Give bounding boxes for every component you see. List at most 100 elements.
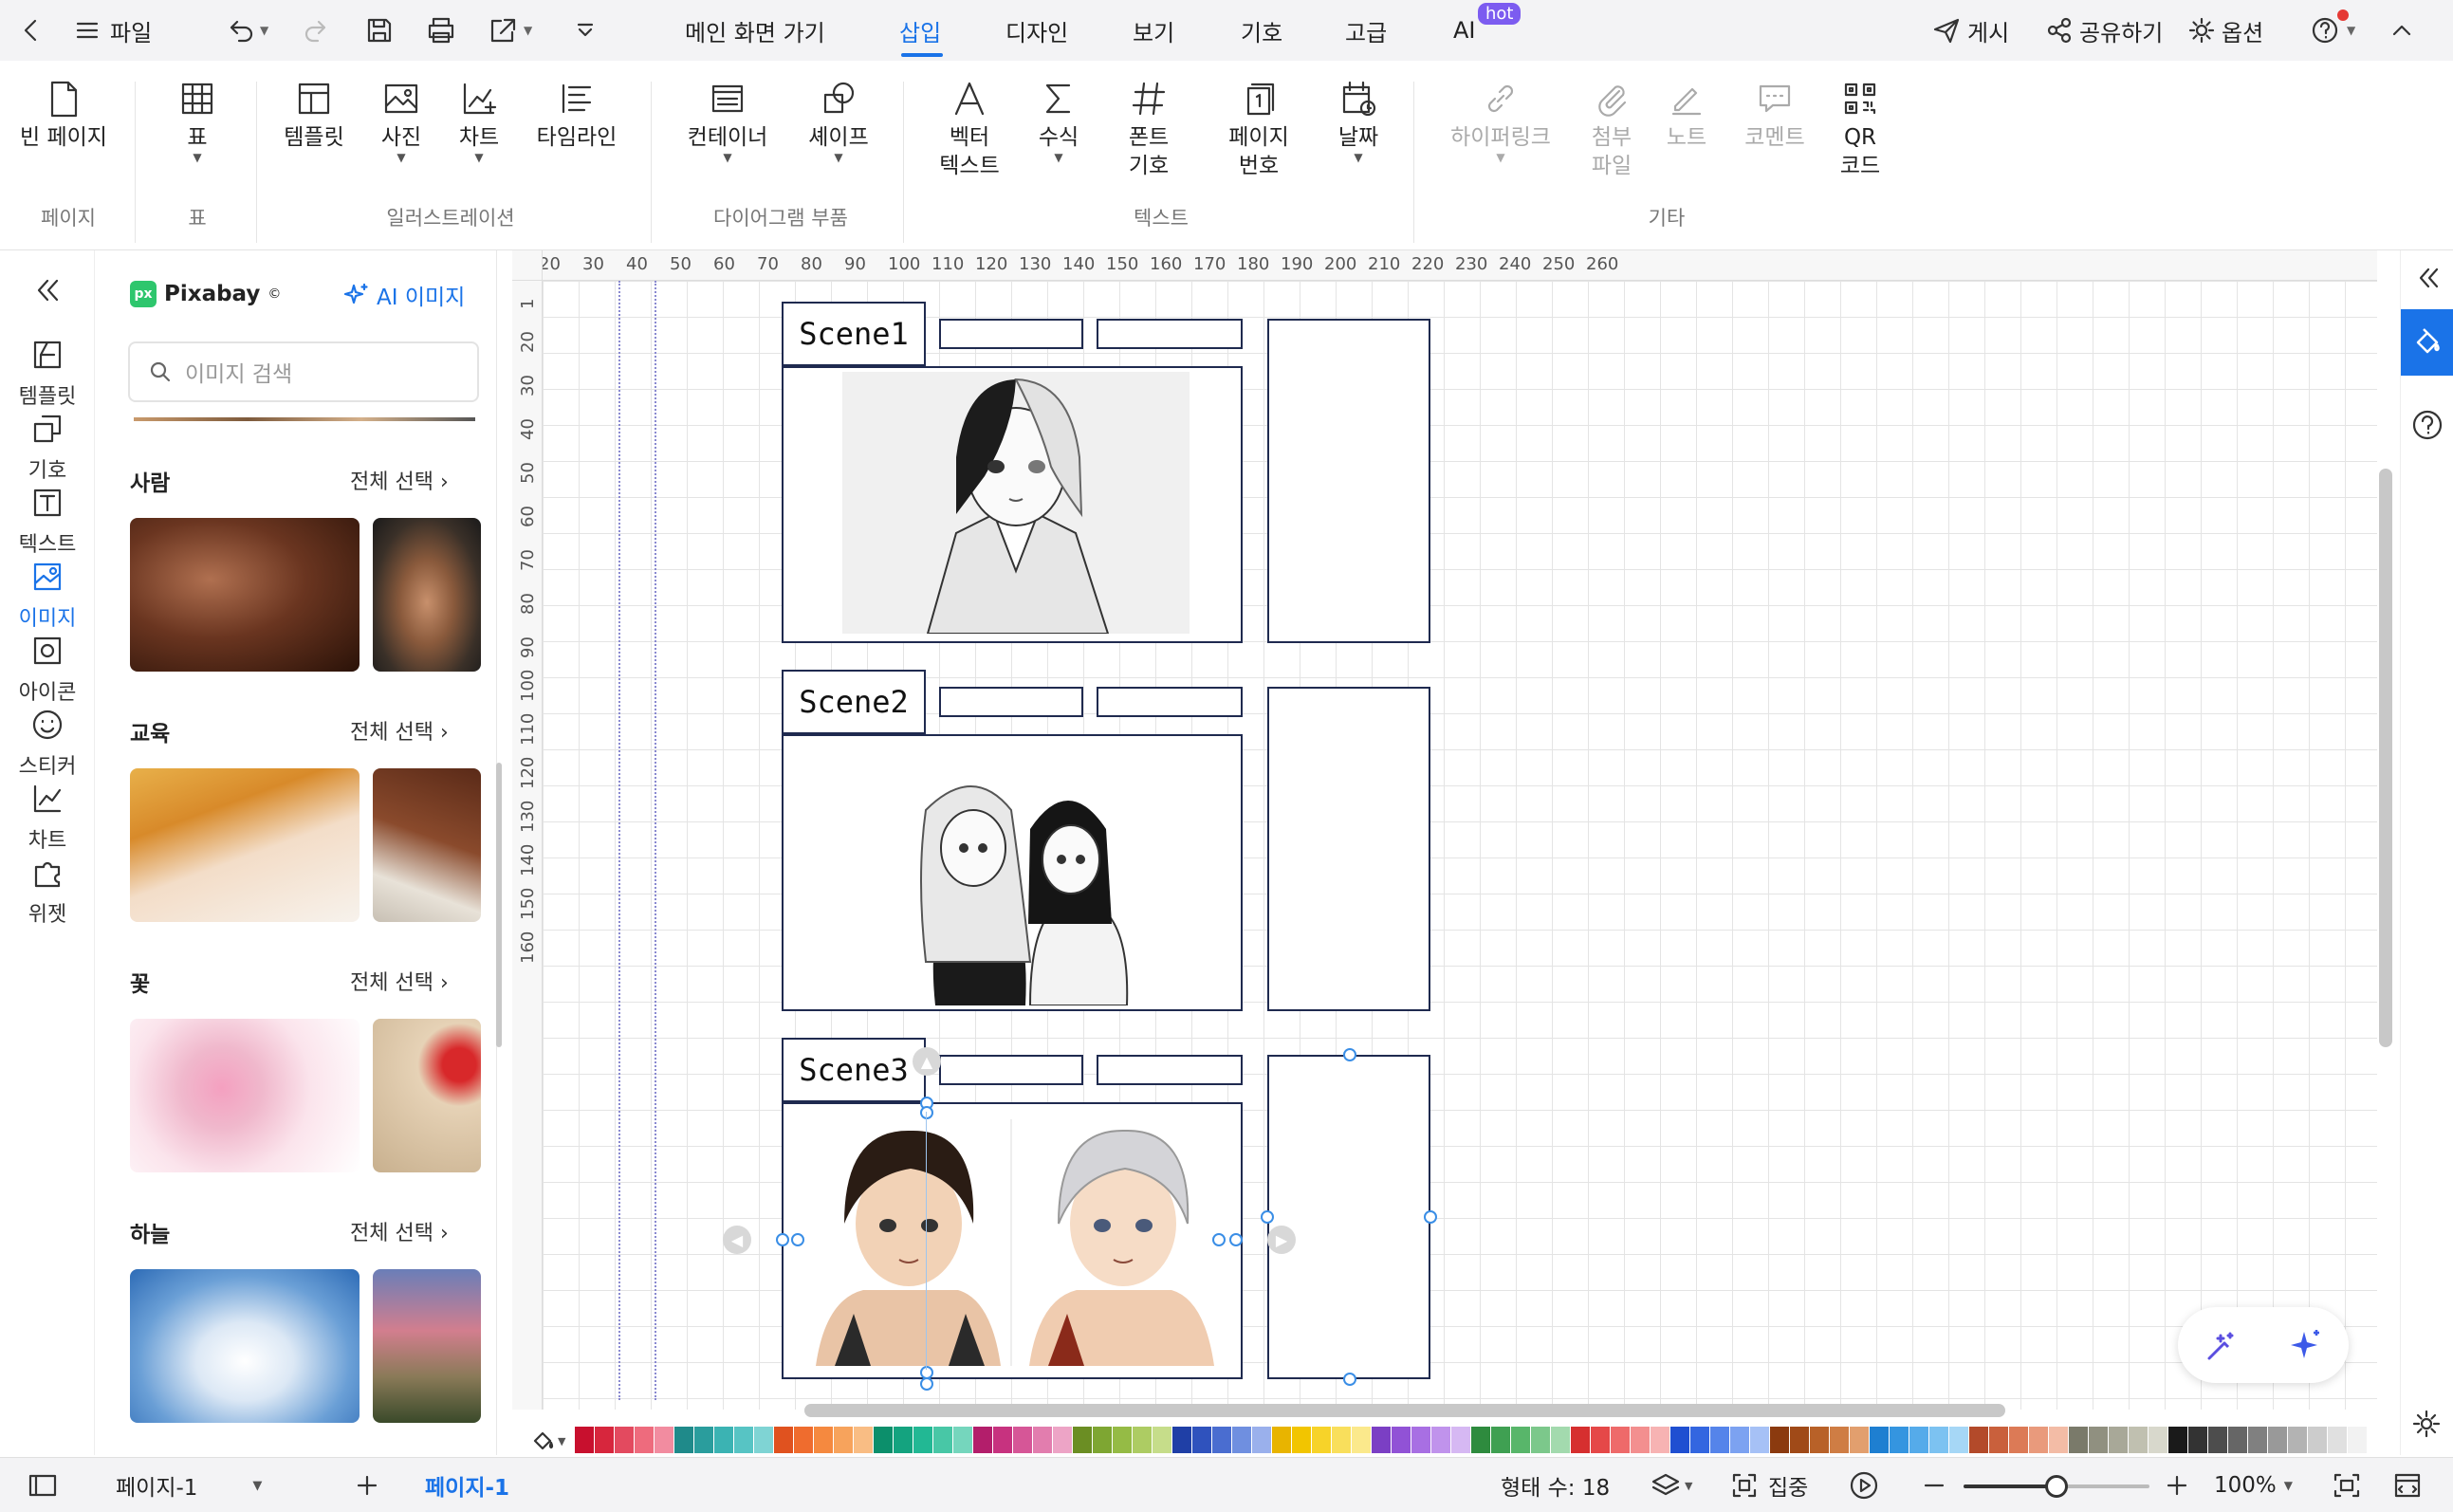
color-swatch[interactable] bbox=[1252, 1427, 1271, 1453]
image-thumb-flower-1[interactable] bbox=[130, 1019, 360, 1172]
scene1-field-1[interactable] bbox=[939, 319, 1083, 349]
color-swatch[interactable] bbox=[1312, 1427, 1331, 1453]
color-swatch[interactable] bbox=[1192, 1427, 1211, 1453]
color-swatch[interactable] bbox=[2268, 1427, 2287, 1453]
scene1-label[interactable]: Scene1 bbox=[782, 302, 926, 366]
color-swatch[interactable] bbox=[2009, 1427, 2028, 1453]
color-swatch[interactable] bbox=[1611, 1427, 1630, 1453]
tab-view[interactable]: 보기 bbox=[1133, 0, 1174, 61]
color-swatch[interactable] bbox=[1631, 1427, 1650, 1453]
color-swatch[interactable] bbox=[1830, 1427, 1849, 1453]
tab-symbols[interactable]: 기호 bbox=[1241, 0, 1282, 61]
back-icon[interactable] bbox=[17, 0, 46, 61]
date-button[interactable]: 날짜 ▼ bbox=[1320, 78, 1396, 163]
magic-wand-icon[interactable] bbox=[2202, 1326, 2240, 1364]
color-swatch[interactable] bbox=[1969, 1427, 1988, 1453]
selection-handle[interactable] bbox=[1343, 1048, 1356, 1061]
color-swatch[interactable] bbox=[1411, 1427, 1430, 1453]
image-thumb-education-2[interactable] bbox=[373, 768, 481, 922]
ai-sparkle-icon[interactable] bbox=[2287, 1326, 2325, 1364]
font-symbol-button[interactable]: 폰트 기호 bbox=[1108, 78, 1190, 180]
qr-code-button[interactable]: QR 코드 bbox=[1825, 78, 1895, 180]
scene1-field-2[interactable] bbox=[1097, 319, 1243, 349]
color-swatch[interactable] bbox=[1352, 1427, 1371, 1453]
scene2-panel[interactable] bbox=[782, 734, 1243, 1011]
color-swatch[interactable] bbox=[1292, 1427, 1311, 1453]
color-swatch[interactable] bbox=[2168, 1427, 2187, 1453]
color-swatch[interactable] bbox=[2149, 1427, 2167, 1453]
arrow-left-icon[interactable]: ◀ bbox=[723, 1226, 751, 1254]
page-tab-active[interactable]: 페이지-1 bbox=[425, 1458, 509, 1512]
color-swatch[interactable] bbox=[2049, 1427, 2068, 1453]
arrow-right-icon[interactable]: ▶ bbox=[1267, 1226, 1296, 1254]
comment-button[interactable]: 코멘트 bbox=[1732, 78, 1817, 152]
selection-handle[interactable] bbox=[920, 1106, 933, 1119]
color-swatch[interactable] bbox=[1850, 1427, 1869, 1453]
tab-ai[interactable]: AI bbox=[1453, 0, 1476, 61]
color-swatch[interactable] bbox=[674, 1427, 693, 1453]
color-swatch[interactable] bbox=[933, 1427, 952, 1453]
scene3-panel[interactable] bbox=[782, 1102, 1243, 1379]
print-icon[interactable] bbox=[425, 0, 457, 61]
rail-item-symbols[interactable]: 기호 bbox=[0, 410, 95, 484]
select-all-flower[interactable]: 전체 선택 › bbox=[350, 966, 449, 996]
color-swatch[interactable] bbox=[1451, 1427, 1470, 1453]
container-button[interactable]: 컨테이너 ▼ bbox=[677, 78, 778, 163]
rail-item-icon[interactable]: 아이콘 bbox=[0, 632, 95, 706]
scene2-anime-illustration[interactable] bbox=[869, 772, 1182, 1005]
color-swatch[interactable] bbox=[874, 1427, 893, 1453]
color-swatch[interactable] bbox=[2248, 1427, 2267, 1453]
help-icon[interactable] bbox=[2410, 408, 2444, 446]
selection-handle[interactable] bbox=[1261, 1210, 1274, 1224]
color-swatch[interactable] bbox=[1531, 1427, 1550, 1453]
color-swatch[interactable] bbox=[575, 1427, 594, 1453]
formula-button[interactable]: 수식 ▼ bbox=[1030, 78, 1087, 163]
zoom-slider-track[interactable] bbox=[1964, 1475, 2149, 1498]
page-selector[interactable]: 페이지-1 ▼ bbox=[116, 1458, 262, 1512]
color-swatch[interactable] bbox=[1551, 1427, 1570, 1453]
customize-toolbar-icon[interactable] bbox=[573, 0, 598, 61]
template-button[interactable]: 템플릿 bbox=[275, 78, 353, 152]
color-swatch[interactable] bbox=[1989, 1427, 2008, 1453]
color-swatch[interactable] bbox=[595, 1427, 614, 1453]
hyperlink-button[interactable]: 하이퍼링크 ▼ bbox=[1438, 78, 1563, 163]
select-all-sky[interactable]: 전체 선택 › bbox=[350, 1216, 449, 1246]
color-swatch[interactable] bbox=[2288, 1427, 2307, 1453]
select-all-education[interactable]: 전체 선택 › bbox=[350, 715, 449, 746]
table-button[interactable]: 표 ▼ bbox=[159, 78, 235, 163]
color-swatch[interactable] bbox=[814, 1427, 833, 1453]
scene3-label[interactable]: Scene3 bbox=[782, 1038, 926, 1102]
scene2-notes-box[interactable] bbox=[1267, 687, 1430, 1011]
color-swatch[interactable] bbox=[1870, 1427, 1889, 1453]
color-swatch[interactable] bbox=[615, 1427, 634, 1453]
zoom-in-button[interactable] bbox=[2165, 1458, 2189, 1512]
color-swatch[interactable] bbox=[1890, 1427, 1909, 1453]
color-swatch[interactable] bbox=[973, 1427, 992, 1453]
color-swatch[interactable] bbox=[1491, 1427, 1510, 1453]
color-swatch[interactable] bbox=[1232, 1427, 1251, 1453]
zoom-level-dropdown[interactable]: 100% ▼ bbox=[2214, 1458, 2293, 1512]
color-swatch[interactable] bbox=[794, 1427, 813, 1453]
image-thumb-sky-2[interactable] bbox=[373, 1269, 481, 1423]
image-thumb-people-1[interactable] bbox=[130, 518, 360, 672]
undo-button[interactable]: ▼ bbox=[224, 0, 268, 61]
color-swatch[interactable] bbox=[1810, 1427, 1829, 1453]
play-presentation-button[interactable] bbox=[1848, 1458, 1880, 1512]
rail-item-template[interactable]: 템플릿 bbox=[0, 336, 95, 410]
color-swatch[interactable] bbox=[1670, 1427, 1689, 1453]
image-thumb-flower-2[interactable] bbox=[373, 1019, 481, 1172]
image-search-input[interactable]: 이미지 검색 bbox=[128, 341, 479, 402]
ai-image-button[interactable]: AI 이미지 bbox=[342, 279, 465, 311]
color-swatch[interactable] bbox=[734, 1427, 753, 1453]
scene2-field-1[interactable] bbox=[939, 687, 1083, 717]
zoom-slider-knob[interactable] bbox=[2045, 1475, 2068, 1498]
tab-advanced[interactable]: 고급 bbox=[1345, 0, 1387, 61]
note-button[interactable]: 노트 bbox=[1656, 78, 1717, 152]
select-all-people[interactable]: 전체 선택 › bbox=[350, 465, 449, 495]
tab-home[interactable]: 메인 화면 가기 bbox=[685, 0, 825, 61]
shape-button[interactable]: 셰이프 ▼ bbox=[793, 78, 884, 163]
color-swatch[interactable] bbox=[655, 1427, 673, 1453]
chart-button[interactable]: 차트 ▼ bbox=[444, 78, 514, 163]
fullscreen-button[interactable] bbox=[2392, 1458, 2423, 1512]
color-swatch[interactable] bbox=[1272, 1427, 1291, 1453]
